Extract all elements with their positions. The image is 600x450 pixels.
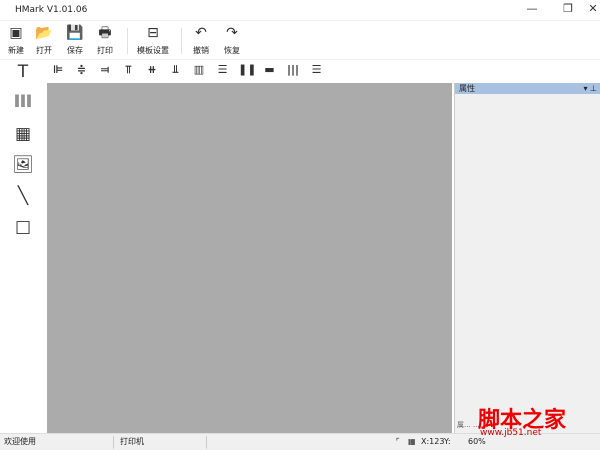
status-y: Y: (444, 437, 451, 446)
template-settings-button[interactable]: ⊟ 模板设置 (137, 24, 169, 56)
new-button[interactable]: ▣ 新建 (1, 24, 31, 56)
align-left-icon[interactable]: ⊫ (50, 63, 66, 79)
line-tool-icon[interactable]: ╲ (10, 186, 36, 212)
same-size-icon[interactable]: ||| (285, 63, 301, 79)
distribute-v-icon[interactable]: ▬ (262, 63, 278, 79)
undo-button[interactable]: ↶ 撤销 (186, 24, 216, 56)
same-height-icon[interactable]: ☰ (215, 63, 231, 79)
align-center-v-icon[interactable]: ⧺ (144, 63, 160, 79)
rectangle-tool-icon[interactable]: □ (10, 217, 36, 243)
new-file-icon: ▣ (9, 25, 23, 41)
status-welcome: 欢迎使用 (4, 437, 36, 446)
close-button[interactable]: ✕ (583, 2, 600, 18)
folder-open-icon: 📂 (35, 25, 53, 41)
image-tool-icon[interactable]: 🖼 (10, 155, 36, 181)
redo-icon: ↷ (226, 25, 238, 41)
snap-icon[interactable]: ⌜ (396, 434, 400, 450)
barcode-tool-icon[interactable]: ‖‖‖ (10, 93, 36, 119)
status-printer: 打印机 (120, 437, 144, 446)
restore-button[interactable]: ❐ (558, 2, 578, 18)
distribute-h-icon[interactable]: ❚❚ (238, 63, 256, 79)
properties-panel: 属性 ▾ ⊥ 属... ... ... (454, 83, 600, 433)
open-button[interactable]: 📂 打开 (29, 24, 59, 56)
pin-icon[interactable]: ▾ ⊥ (583, 83, 597, 94)
redo-button[interactable]: ↷ 恢复 (217, 24, 247, 56)
template-settings-icon: ⊟ (147, 25, 159, 41)
undo-icon: ↶ (195, 25, 207, 41)
grid-icon[interactable]: ▦ (408, 434, 416, 450)
window-title: HMark V1.01.06 (15, 5, 88, 15)
status-x: X:123 (421, 437, 445, 446)
minimize-button[interactable]: — (522, 2, 542, 18)
design-canvas[interactable] (47, 83, 452, 433)
save-button[interactable]: 💾 保存 (60, 24, 90, 56)
align-top-icon[interactable]: ⫪ (121, 63, 137, 79)
print-button[interactable]: 🖶 打印 (90, 24, 120, 56)
align-center-h-icon[interactable]: ≑ (74, 63, 90, 79)
align-bottom-icon[interactable]: ⫫ (168, 63, 184, 79)
bring-front-icon[interactable]: ☰ (309, 63, 325, 79)
panel-header: 属性 ▾ ⊥ (455, 83, 600, 94)
qrcode-tool-icon[interactable]: ▦ (10, 124, 36, 150)
save-icon: 💾 (66, 25, 84, 41)
align-right-icon[interactable]: ⫤ (97, 63, 113, 79)
text-tool-icon[interactable]: T (10, 62, 36, 88)
print-icon: 🖶 (98, 25, 112, 41)
watermark-url: www.jb51.net (480, 428, 542, 438)
same-width-icon[interactable]: ▥ (191, 63, 207, 79)
